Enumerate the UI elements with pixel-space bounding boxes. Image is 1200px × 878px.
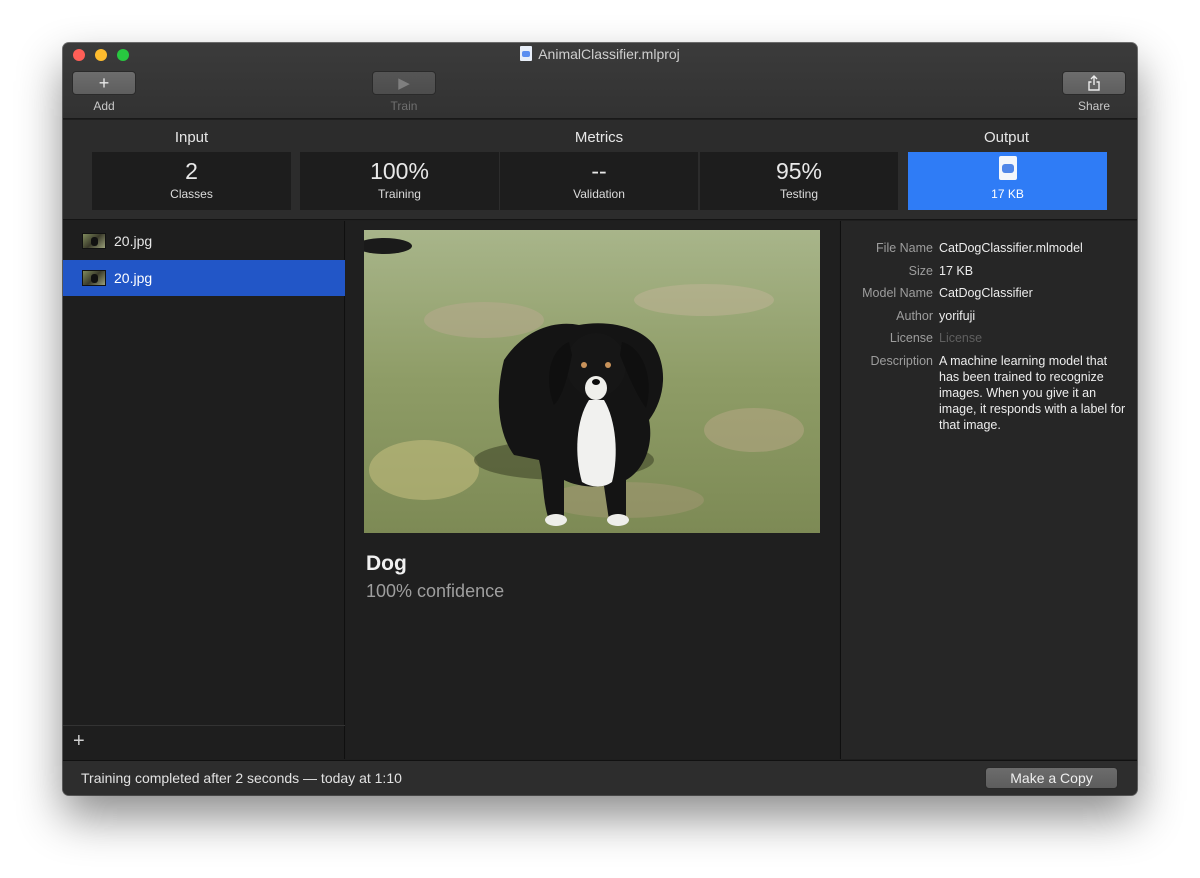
sidebar-footer: + xyxy=(63,725,345,759)
testing-label: Testing xyxy=(779,187,819,201)
info-key: Size xyxy=(908,264,933,278)
training-label: Training xyxy=(378,187,421,201)
input-section-title: Input xyxy=(174,129,209,146)
dog-photo xyxy=(364,230,820,533)
validation-tile[interactable]: -- Validation xyxy=(500,152,698,210)
model-name-field[interactable]: CatDogClassifier xyxy=(939,285,1127,301)
prediction-label: Dog xyxy=(366,552,407,575)
share-button[interactable] xyxy=(1062,71,1126,95)
plus-icon: + xyxy=(98,72,110,93)
file-list-sidebar: 20.jpg 20.jpg + xyxy=(63,221,345,759)
info-value: 17 KB xyxy=(939,264,974,278)
metrics-section-title: Metrics xyxy=(574,129,624,146)
image-preview xyxy=(364,230,820,533)
share-label: Share xyxy=(1077,99,1111,113)
image-thumbnail xyxy=(82,270,106,286)
classes-count: 2 xyxy=(185,158,198,184)
output-model-tile[interactable]: 17 KB xyxy=(908,152,1107,210)
training-accuracy: 100% xyxy=(370,158,429,184)
share-icon xyxy=(1088,75,1100,91)
document-icon xyxy=(520,46,533,61)
info-key: File Name xyxy=(876,241,933,255)
model-info-panel: File Name CatDogClassifier.mlmodel Size … xyxy=(840,221,1137,759)
status-text: Training completed after 2 seconds — tod… xyxy=(81,770,402,786)
file-name: 20.jpg xyxy=(114,233,153,249)
prediction-panel: Dog 100% confidence xyxy=(346,221,839,759)
license-field[interactable]: License xyxy=(939,330,1127,346)
add-label: Add xyxy=(93,99,115,113)
author-field[interactable]: yorifuji xyxy=(939,308,1127,324)
info-key: License xyxy=(889,331,933,345)
status-bar: Training completed after 2 seconds — tod… xyxy=(63,760,1137,795)
output-size: 17 KB xyxy=(991,187,1024,201)
file-name: 20.jpg xyxy=(114,270,153,286)
play-icon: ▶ xyxy=(398,75,410,92)
classes-tile[interactable]: 2 Classes xyxy=(92,152,291,210)
mlmodel-file-icon xyxy=(998,156,1017,180)
window-title-text: AnimalClassifier.mlproj xyxy=(538,46,680,62)
testing-tile[interactable]: 95% Testing xyxy=(700,152,898,210)
info-key: Author xyxy=(896,309,933,323)
description-field[interactable]: A machine learning model that has been t… xyxy=(939,353,1127,433)
summary-section: Input Metrics Output 2 Classes 100% Trai… xyxy=(63,120,1137,220)
classes-label: Classes xyxy=(170,187,213,201)
output-section-title: Output xyxy=(983,129,1030,146)
list-item-selected[interactable]: 20.jpg xyxy=(63,260,345,296)
info-key: Model Name xyxy=(862,286,933,300)
list-item[interactable]: 20.jpg xyxy=(63,223,345,259)
testing-accuracy: 95% xyxy=(775,158,823,184)
info-value[interactable]: CatDogClassifier.mlmodel xyxy=(939,240,1127,256)
validation-accuracy: -- xyxy=(591,158,607,184)
info-key: Description xyxy=(870,354,933,368)
window-title: AnimalClassifier.mlproj xyxy=(63,46,1137,62)
make-a-copy-button[interactable]: Make a Copy xyxy=(985,767,1118,789)
prediction-confidence: 100% confidence xyxy=(366,581,505,601)
validation-label: Validation xyxy=(573,187,625,201)
training-tile[interactable]: 100% Training xyxy=(300,152,499,210)
add-button[interactable]: + xyxy=(72,71,136,95)
train-button[interactable]: ▶ xyxy=(372,71,436,95)
add-image-button[interactable]: + xyxy=(73,731,85,751)
train-label: Train xyxy=(390,99,418,113)
image-thumbnail xyxy=(82,233,106,249)
title-bar: AnimalClassifier.mlproj + Add ▶ Train Sh… xyxy=(63,43,1137,119)
app-window: AnimalClassifier.mlproj + Add ▶ Train Sh… xyxy=(63,43,1137,795)
